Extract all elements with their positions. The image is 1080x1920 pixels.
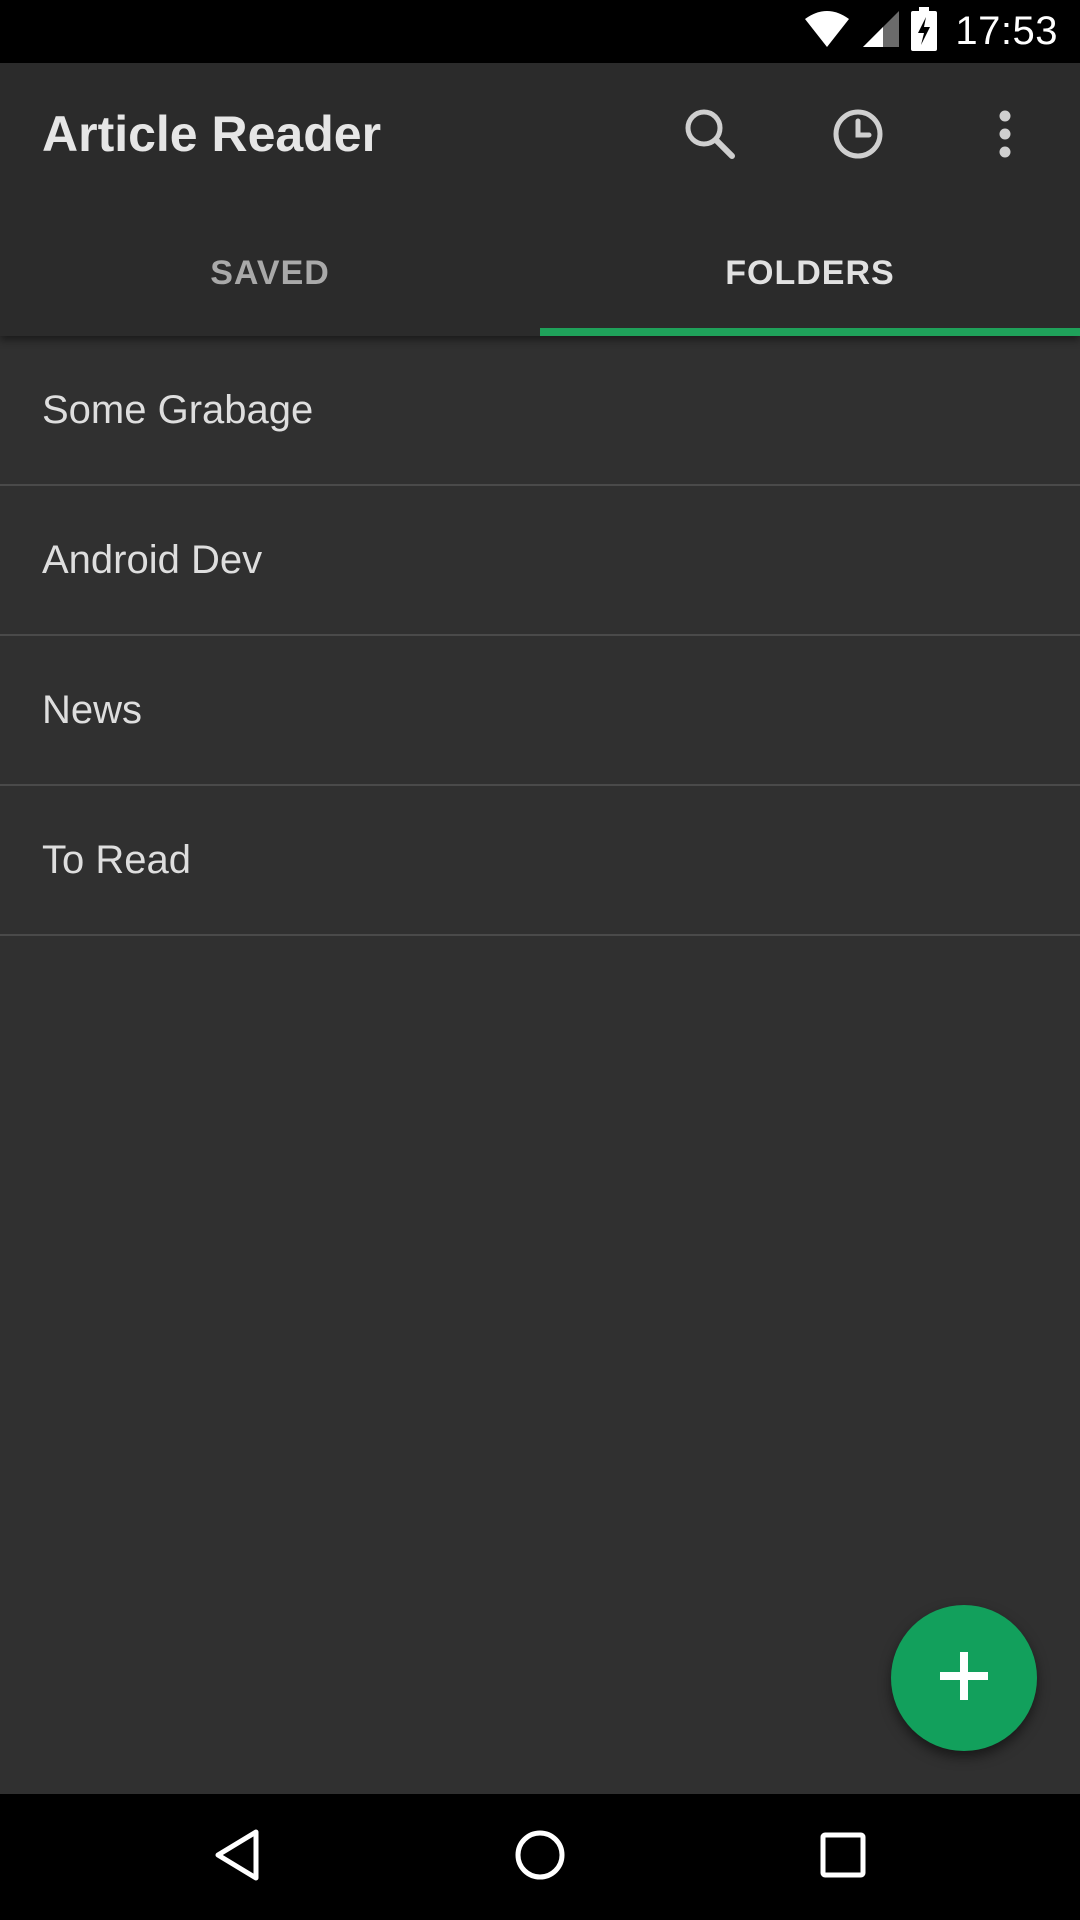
list-item[interactable]: Some Grabage — [0, 336, 1080, 486]
navigation-bar — [0, 1794, 1080, 1920]
search-icon — [682, 106, 738, 167]
folder-list: Some Grabage Android Dev News To Read — [0, 336, 1080, 936]
history-button[interactable] — [813, 91, 903, 181]
recents-button[interactable] — [798, 1812, 888, 1902]
list-item[interactable]: News — [0, 636, 1080, 786]
folder-name: To Read — [42, 837, 191, 882]
tab-folders[interactable]: FOLDERS — [540, 210, 1080, 336]
tab-bar: SAVED FOLDERS — [0, 210, 1080, 336]
history-clock-icon — [830, 106, 886, 167]
wifi-icon — [803, 9, 851, 54]
folder-name: Some Grabage — [42, 387, 314, 432]
status-time: 17:53 — [955, 9, 1058, 53]
tab-label: SAVED — [210, 253, 330, 292]
back-icon — [212, 1828, 262, 1887]
cell-signal-icon — [861, 9, 901, 54]
back-button[interactable] — [192, 1812, 282, 1902]
app-bar: Article Reader SAVED FOLDERS — [0, 63, 1080, 336]
tab-label: FOLDERS — [725, 253, 895, 292]
toolbar: Article Reader — [0, 63, 1080, 210]
folder-name: Android Dev — [42, 537, 263, 582]
plus-icon — [936, 1648, 992, 1709]
folder-name: News — [42, 687, 143, 732]
battery-charging-icon — [911, 7, 938, 56]
home-icon — [513, 1828, 567, 1887]
add-folder-button[interactable] — [891, 1605, 1037, 1751]
screen: 17:53 Article Reader SAVED FOLDERS Some … — [0, 0, 1080, 1920]
overflow-menu-icon — [995, 109, 1015, 164]
search-button[interactable] — [665, 91, 755, 181]
status-bar: 17:53 — [0, 0, 1080, 63]
status-icons: 17:53 — [803, 0, 1058, 63]
tab-indicator — [540, 328, 1080, 336]
list-item[interactable]: Android Dev — [0, 486, 1080, 636]
tab-saved[interactable]: SAVED — [0, 210, 540, 336]
app-title: Article Reader — [42, 106, 382, 162]
overflow-menu-button[interactable] — [960, 91, 1050, 181]
recents-icon — [818, 1830, 868, 1885]
list-item[interactable]: To Read — [0, 786, 1080, 936]
home-button[interactable] — [495, 1812, 585, 1902]
